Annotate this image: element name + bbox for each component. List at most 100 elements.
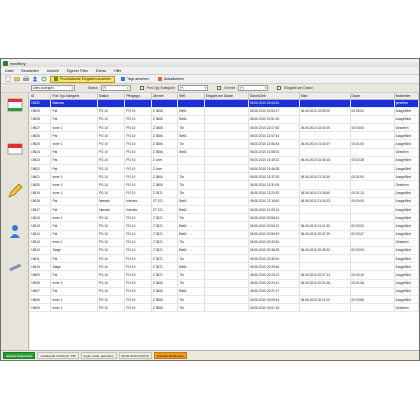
category-select[interactable]: (*) ▾ <box>178 85 209 91</box>
table-cell: 06.06.2010 20:24:11 <box>248 279 300 288</box>
table-cell: PG 10 <box>124 131 152 141</box>
tools-icon[interactable] <box>7 259 23 275</box>
table-row[interactable]: 19612 Stage PG 10 PG 10 Z 3571 Bett1 06.06.201… <box>30 246 419 256</box>
table-row[interactable]: 19624 Pat PG 10 PG 10 Z 3606 Bett1 06.06.2010 … <box>30 148 419 157</box>
table-row[interactable]: 19618 Pat Intensiv Intensiv ZT 571 Bett1 06.06… <box>30 197 419 206</box>
user-select[interactable]: (*) ▾ <box>238 85 269 91</box>
nurse-icon[interactable] <box>7 223 23 239</box>
refresh-icon[interactable] <box>41 76 47 82</box>
table-row[interactable]: 19622 Pat PG 10 PG 10 Z Leer 06.06.2010 21:46… <box>30 164 419 174</box>
view-inputs-label: Proovisillante Eingaben ansehen <box>60 77 111 81</box>
table-cell <box>204 99 249 108</box>
table-cell <box>350 213 395 223</box>
table-cell: Ausgeführt <box>394 295 419 305</box>
table-cell: Tür <box>177 279 205 288</box>
toolbar: Proovisillante Eingaben ansehen Tags ans… <box>1 75 419 84</box>
tag-icon <box>120 77 125 81</box>
table-row[interactable]: 19628 Pat PG 10 PG 10 Z 3606 Bett1 06.06.2010 … <box>30 115 419 125</box>
table-cell: 06.06.2010 21:16:30 <box>299 172 351 182</box>
table-row[interactable]: 19609 Pat PG 10 PG 10 Z 3571 Tür 06.06.2010 20… <box>30 270 419 280</box>
pencil-icon[interactable] <box>7 183 23 199</box>
table-cell: PG 10 <box>97 123 126 133</box>
table-row[interactable]: 19623 Pat PG 10 PG 10 Z Leer 06.06.2010 21:49… <box>30 156 419 166</box>
table-row[interactable]: 19613 Inner 1 PG 10 PG 10 Z 3571 Tür 06.06.201… <box>30 238 419 247</box>
table-row[interactable]: 19616 Inner 1 PG 10 PG 10 Z 3571 Tür 06.06.201… <box>30 213 419 223</box>
menu-item-extras[interactable]: Extras <box>96 69 106 73</box>
table-row[interactable]: 19608 Inner 1 PG 10 PG 10 Z 3606 Tür 06.06.201… <box>30 279 419 288</box>
table-cell: 19606 <box>30 295 52 305</box>
table-row[interactable]: 19629 Pat PG 10 PG 10 Z 3606 Bett1 06.06.2010 … <box>30 107 419 116</box>
table-row[interactable]: 19611 Pat PG 10 PG 10 Z 3571 Tür 06.06.2010 20… <box>30 254 419 264</box>
table-cell: Z 3571 <box>151 246 179 256</box>
table-cell: 19623 <box>30 156 52 166</box>
category-checkbox[interactable] <box>139 86 144 90</box>
table-cell <box>299 238 351 247</box>
table-row[interactable]: 19607 Pat PG 10 PG 10 Z 3606 Bett1 06.06.2010 … <box>30 287 419 297</box>
table-cell: PG 10 <box>97 180 126 190</box>
table-row[interactable]: 19606 Inner 1 PG 10 PG 10 Z 3606 Tür 06.06.201… <box>30 295 419 305</box>
table-cell: PG 10 <box>124 230 152 239</box>
table-cell: 19605 <box>30 303 52 313</box>
menu-item-datei[interactable]: Datei <box>5 69 13 73</box>
menu-item-hilfe[interactable]: Hilfe <box>114 69 121 73</box>
table-cell: PG 10 <box>124 164 152 174</box>
table-cell: PG 10 <box>97 172 126 182</box>
user-select-value: (*) <box>240 86 244 90</box>
menu-item-bearbeiten[interactable]: Bearbeiten <box>21 69 38 73</box>
table-row[interactable]: 19632 Barbara 06.06.2010 22:00:51 gesehen <box>30 99 419 108</box>
table-cell <box>204 205 249 215</box>
table-cell: 00:00:47 <box>350 230 395 239</box>
view-select-value: Alles anzeigen <box>33 86 54 90</box>
table-cell: gesehen <box>394 99 419 108</box>
table-row[interactable]: 19625 Inner 1 PG 10 PG 10 Z 3606 Tür 06.06.201… <box>30 139 419 149</box>
table-cell <box>204 107 249 116</box>
date-checkbox[interactable] <box>277 86 282 90</box>
status-select[interactable]: (*) ▾ <box>100 85 131 91</box>
table-cell: PG 10 <box>124 279 152 288</box>
table-cell: Z 3606 <box>151 148 179 157</box>
refresh-button[interactable]: Aktualisieren <box>155 76 187 83</box>
table-cell: Pat <box>50 115 98 125</box>
table-cell: PG 10 <box>97 295 126 305</box>
view-inputs-button[interactable]: Proovisillante Eingaben ansehen <box>50 75 115 83</box>
table-cell <box>299 115 351 125</box>
table-cell: 00:01:13 <box>350 189 395 198</box>
table-row[interactable]: 19617 Pat Intensiv Intensiv ZT 571 Bett1 06.06… <box>30 205 419 215</box>
view-select[interactable]: Alles anzeigen ▾ <box>31 85 75 91</box>
menu-item-ansicht[interactable]: Ansicht <box>47 69 59 73</box>
table-cell: 00:05:00 <box>350 107 395 116</box>
table-cell: PG 10 <box>97 107 126 116</box>
alarm-status-icon[interactable] <box>7 141 23 157</box>
user-checkbox[interactable] <box>217 86 222 90</box>
table-row[interactable]: 19626 Pat PG 10 PG 10 Z 3606 Bett1 06.06.2010 … <box>30 131 419 141</box>
table-row[interactable]: 19605 Inner 1 PG 10 PG 10 Z 3606 Tür 06.06.201… <box>30 303 419 313</box>
user-icon[interactable] <box>32 76 38 82</box>
table-cell <box>299 131 351 141</box>
print-icon[interactable] <box>23 76 29 82</box>
table-cell: 19619 <box>30 189 52 198</box>
table-row[interactable]: 19620 Inner 1 PG 10 PG 10 Z 3606 Tür 06.06.201… <box>30 180 419 190</box>
title-bar: mediKey <box>1 59 419 67</box>
table-cell: Bett1 <box>177 262 205 272</box>
status-bar: aktuelle Datenbasis mediKey02 v.2010 Ac:… <box>1 350 419 360</box>
table-row[interactable]: 19621 Inner 1 PG 10 PG 10 Z 3606 Tür 06.06.201… <box>30 172 419 182</box>
table-cell: 00:01:00 <box>350 172 395 182</box>
table-row[interactable]: 19610 Stage PG 10 PG 10 Z 3571 Bett1 06.06.201… <box>30 262 419 272</box>
new-icon[interactable] <box>5 76 11 82</box>
table-row[interactable]: 19615 Pat PG 10 PG 10 Z 3571 Bett1 06.06.2010 … <box>30 221 419 231</box>
open-icon[interactable] <box>14 76 20 82</box>
table-cell: PG 10 <box>97 164 126 174</box>
menu-item-eigener-filter[interactable]: Eigener Filter <box>67 69 88 73</box>
table-row[interactable]: 19619 Inner 1 PG 10 PG 10 Z 3571 Tür 06.06.201… <box>30 189 419 198</box>
table-cell: 19621 <box>30 172 52 182</box>
table-cell: 06.06.2010 21:46:28 <box>248 164 300 174</box>
table-cell <box>299 99 351 108</box>
table-cell: PG 10 <box>124 246 152 256</box>
table-cell: 00:00:56 <box>350 295 395 305</box>
patient-status-icon[interactable] <box>7 97 23 113</box>
chevron-down-icon: ▾ <box>204 86 207 90</box>
table-cell: 19610 <box>30 262 52 272</box>
table-row[interactable]: 19627 Inner 1 PG 10 PG 10 Z 3606 Tür 06.06.201… <box>30 123 419 133</box>
tags-button[interactable]: Tags ansehen <box>118 76 152 83</box>
table-row[interactable]: 19614 Pat PG 10 PG 10 Z 3571 Bett1 06.06.2010 … <box>30 230 419 239</box>
